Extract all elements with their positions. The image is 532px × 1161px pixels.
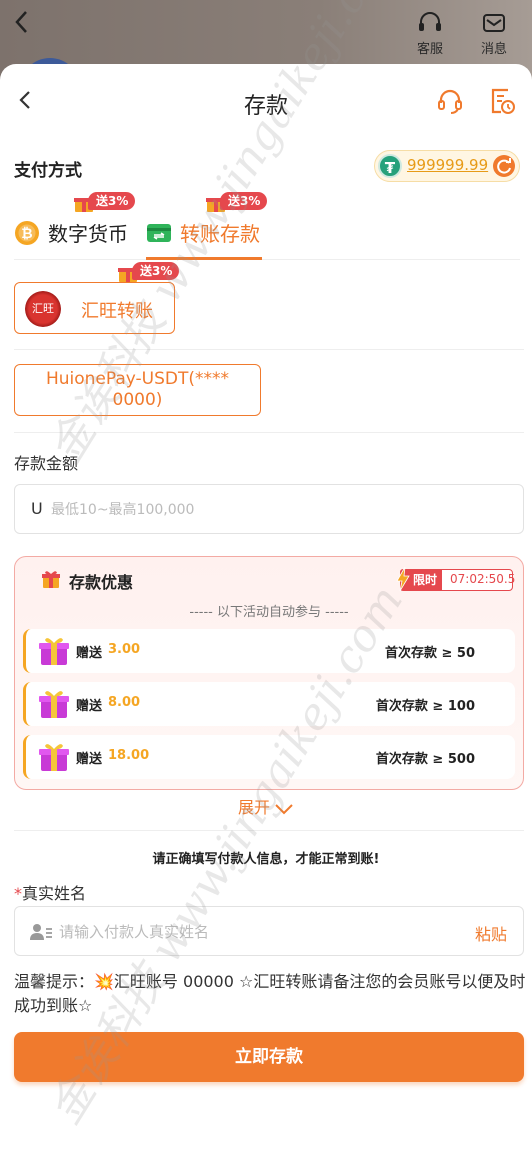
huiwang-logo: 汇旺 <box>25 291 61 327</box>
tab-crypto[interactable]: ₿ 数字货币 <box>14 216 134 260</box>
lightning-icon <box>396 567 410 591</box>
tab-transfer[interactable]: 转账存款 <box>146 216 262 260</box>
promo-give-label: 赠送 <box>76 699 103 714</box>
background-back-icon <box>15 11 27 33</box>
countdown-timer: 07:02:50.5 <box>450 572 516 586</box>
tab-transfer-bonus-text: 送3% <box>220 192 268 210</box>
gift-icon <box>42 571 60 588</box>
tab-crypto-bonus-text: 送3% <box>88 192 136 210</box>
sheet-header: 存款 <box>0 64 532 140</box>
background-message-button: 消息 <box>474 10 514 57</box>
expand-label: 展开 <box>237 798 270 817</box>
channel-huionepay-usdt[interactable]: HuionePay-USDT(**** 0000) <box>14 364 261 416</box>
promo-bonus-value: 3.00 <box>108 642 141 657</box>
refresh-icon[interactable] <box>492 154 516 178</box>
bitcoin-icon: ₿ <box>15 221 39 245</box>
transfer-card-icon <box>147 224 171 242</box>
deposit-submit-button[interactable]: 立即存款 <box>14 1032 524 1082</box>
divider <box>14 830 524 831</box>
user-card-icon <box>30 924 52 940</box>
records-icon[interactable] <box>488 86 516 116</box>
promo-bonus-value: 8.00 <box>108 695 141 710</box>
deposit-sheet: 存款 支付方式 ₮ 999999.99 ₿ 数字货币 转账存款 送3% 送3% … <box>0 64 532 1161</box>
background-service-label: 客服 <box>416 42 443 57</box>
promo-condition: 首次存款 ≥ 50 <box>384 646 475 661</box>
gift-box-icon <box>39 691 69 718</box>
divider <box>14 349 524 350</box>
background-service-button: 客服 <box>410 10 450 57</box>
payment-method-row: 支付方式 ₮ 999999.99 <box>14 150 520 184</box>
warm-tip: 温馨提示：💥汇旺账号 00000 ☆汇旺转账请备注您的会员账号以便及时成功到账☆ <box>14 972 526 1015</box>
payment-tabs: ₿ 数字货币 转账存款 <box>14 204 520 260</box>
balance-amount: 999999.99 <box>407 156 489 174</box>
promo-condition: 首次存款 ≥ 500 <box>375 752 475 767</box>
promo-item: 赠送 3.00 首次存款 ≥ 50 <box>23 629 515 673</box>
real-name-input[interactable] <box>59 917 449 947</box>
tab-crypto-label: 数字货币 <box>48 222 128 246</box>
amount-field[interactable]: U <box>14 484 524 534</box>
tab-transfer-label: 转账存款 <box>180 222 260 246</box>
promo-subtitle: ----- 以下活动自动参与 ----- <box>189 605 349 620</box>
amount-input[interactable] <box>51 495 491 525</box>
method-bonus-text: 送3% <box>132 262 180 280</box>
mail-icon <box>483 14 505 32</box>
divider <box>14 432 524 433</box>
promo-item: 赠送 18.00 首次存款 ≥ 500 <box>23 735 515 779</box>
promo-give-label: 赠送 <box>76 646 103 661</box>
method-huiwang-transfer[interactable]: 汇旺 汇旺转账 <box>14 282 175 334</box>
promo-bonus-value: 18.00 <box>108 748 150 763</box>
balance-pill: ₮ 999999.99 <box>374 150 520 182</box>
promo-condition: 首次存款 ≥ 100 <box>375 699 475 714</box>
expand-button[interactable]: 展开 <box>0 794 532 818</box>
gift-box-icon <box>39 744 69 771</box>
chevron-down-icon <box>275 803 293 814</box>
paste-button[interactable]: 粘贴 <box>475 921 507 945</box>
payer-info-notice: 请正确填写付款人信息，才能正常到账! <box>152 852 380 867</box>
currency-symbol: U <box>31 499 43 518</box>
payment-method-title: 支付方式 <box>14 161 82 181</box>
svg-text:₿: ₿ <box>21 226 32 242</box>
customer-service-icon[interactable] <box>436 88 464 116</box>
real-name-field[interactable]: 粘贴 <box>14 906 524 956</box>
limited-time-badge: 限时 07:02:50.5 <box>396 567 516 591</box>
promo-title: 存款优惠 <box>69 573 134 592</box>
method-label: 汇旺转账 <box>81 301 153 322</box>
real-name-label: *真实姓名 <box>14 880 86 904</box>
gift-box-icon <box>39 638 69 665</box>
required-mark: * <box>14 884 22 903</box>
promo-item: 赠送 8.00 首次存款 ≥ 100 <box>23 682 515 726</box>
headset-icon <box>419 12 441 31</box>
promo-give-label: 赠送 <box>76 752 103 767</box>
amount-label: 存款金额 <box>14 454 79 473</box>
deposit-promo-panel: 存款优惠 限时 07:02:50.5 ----- 以下活动自动参与 ----- … <box>14 556 524 790</box>
real-name-label-text: 真实姓名 <box>22 884 87 903</box>
background-message-label: 消息 <box>480 42 507 57</box>
usdt-coin-icon: ₮ <box>378 154 402 178</box>
